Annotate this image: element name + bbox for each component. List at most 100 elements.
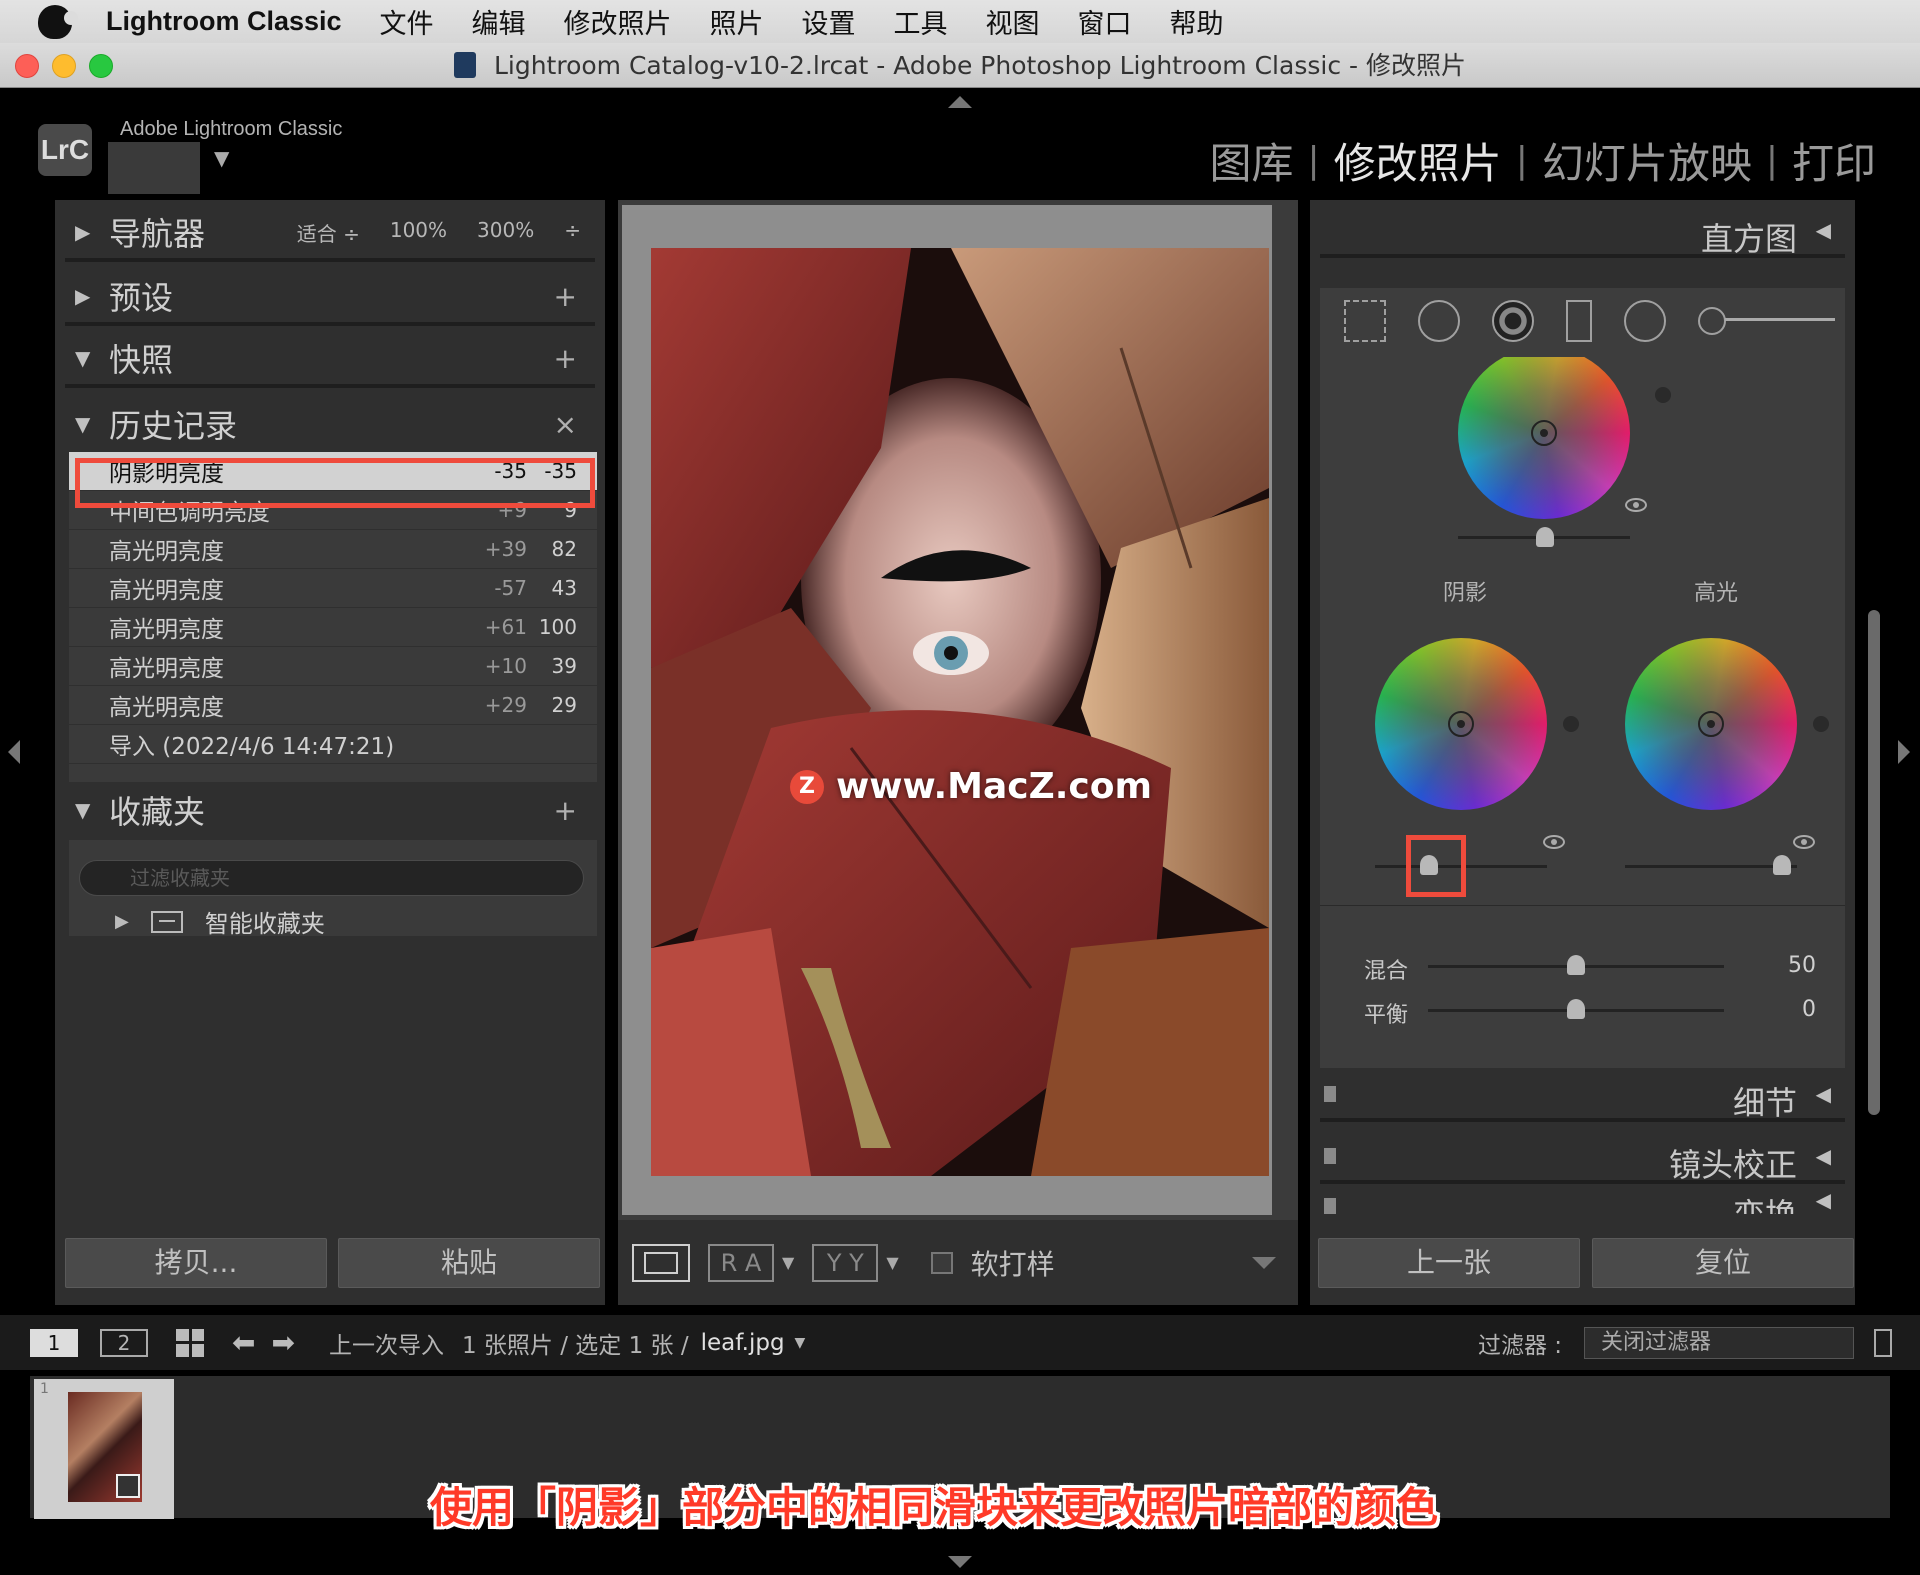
bottom-panel-toggle-icon[interactable]	[948, 1556, 972, 1568]
shadows-color-wheel[interactable]	[1375, 638, 1547, 810]
right-panel-scrollbar[interactable]	[1868, 610, 1880, 1115]
close-window-button[interactable]	[15, 54, 39, 78]
highlights-color-wheel[interactable]	[1625, 638, 1797, 810]
filmstrip-filter-switch[interactable]	[1874, 1328, 1892, 1357]
blending-slider-thumb[interactable]	[1567, 955, 1585, 975]
add-snapshot-icon[interactable]: +	[554, 342, 595, 375]
history-item[interactable]: 导入 (2022/4/6 14:47:21)	[69, 725, 597, 764]
chevron-down-icon[interactable]: ▼	[782, 1253, 794, 1272]
crop-tool-icon[interactable]	[1344, 299, 1386, 342]
before-after-ra-button[interactable]: R A	[708, 1243, 774, 1282]
filmstrip-filename[interactable]: leaf.jpg	[701, 1330, 785, 1356]
copy-settings-button[interactable]: 拷贝...	[65, 1238, 327, 1288]
brush-slider-track[interactable]	[1725, 318, 1835, 321]
secondary-window-button[interactable]: 2	[100, 1328, 148, 1357]
midtones-color-wheel[interactable]	[1458, 347, 1630, 519]
history-header[interactable]: ▼ 历史记录 ×	[65, 396, 595, 452]
module-library[interactable]: 图库	[1196, 130, 1308, 191]
graduated-filter-icon[interactable]	[1566, 299, 1592, 342]
history-item[interactable]: 高光明亮度 -57 43	[69, 569, 597, 608]
radial-filter-icon[interactable]	[1624, 299, 1666, 342]
chevron-down-icon[interactable]: ▼	[886, 1253, 898, 1272]
detail-header[interactable]: 细节 ◀	[1320, 1070, 1845, 1122]
panel-toggle-switch[interactable]	[1324, 1148, 1336, 1164]
wheel-center-handle[interactable]	[1448, 711, 1474, 737]
panel-toggle-switch[interactable]	[1324, 1198, 1336, 1214]
module-slideshow[interactable]: 幻灯片放映	[1528, 130, 1766, 191]
left-panel-toggle-icon[interactable]	[8, 740, 20, 764]
midtones-luminance-thumb[interactable]	[1536, 527, 1554, 547]
previous-button[interactable]: 上一张	[1318, 1238, 1580, 1288]
eye-icon[interactable]	[1625, 498, 1647, 512]
zoom-100[interactable]: 100%	[390, 218, 447, 247]
module-print[interactable]: 打印	[1778, 130, 1890, 191]
histogram-header[interactable]: 直方图 ◀	[1320, 206, 1845, 258]
chevron-down-icon[interactable]: ▼	[214, 146, 229, 170]
history-item[interactable]: 高光明亮度 +39 82	[69, 530, 597, 569]
zoom-300[interactable]: 300%	[477, 218, 534, 247]
paste-settings-button[interactable]: 粘贴	[338, 1238, 600, 1288]
balance-value[interactable]: 0	[1756, 997, 1816, 1022]
wheel-edge-dot[interactable]	[1655, 387, 1671, 403]
menu-window[interactable]: 窗口	[1078, 2, 1132, 41]
adjustment-brush-icon[interactable]	[1698, 306, 1726, 335]
smart-collections-item[interactable]: ▶ 智能收藏夹	[115, 904, 325, 939]
before-after-yy-button[interactable]: Y Y	[812, 1243, 879, 1282]
filter-select[interactable]: 关闭过滤器	[1584, 1326, 1854, 1359]
menu-develop[interactable]: 修改照片	[564, 2, 672, 41]
wheel-edge-dot[interactable]	[1813, 716, 1829, 732]
eye-icon[interactable]	[1543, 835, 1565, 849]
filmstrip-source[interactable]: 上一次导入	[329, 1326, 444, 1360]
menu-tools[interactable]: 工具	[894, 2, 948, 41]
history-item[interactable]: 高光明亮度 +10 39	[69, 647, 597, 686]
clear-history-icon[interactable]: ×	[554, 408, 595, 441]
red-eye-tool-icon[interactable]	[1492, 299, 1534, 342]
highlights-luminance-thumb[interactable]	[1773, 855, 1791, 875]
zoom-fit[interactable]: 适合 ÷	[297, 218, 360, 247]
loupe-view-button[interactable]	[632, 1243, 690, 1282]
wheel-center-handle[interactable]	[1698, 711, 1724, 737]
panel-toggle-switch[interactable]	[1324, 1086, 1336, 1102]
eye-icon[interactable]	[1793, 835, 1815, 849]
primary-window-button[interactable]: 1	[30, 1328, 78, 1357]
menu-file[interactable]: 文件	[380, 2, 434, 41]
menu-view[interactable]: 视图	[986, 2, 1040, 41]
snapshots-header[interactable]: ▼ 快照 +	[65, 332, 595, 388]
spot-removal-tool-icon[interactable]	[1418, 299, 1460, 342]
arrow-right-icon[interactable]: ➡	[271, 1326, 294, 1359]
history-item[interactable]: 高光明亮度 +29 29	[69, 686, 597, 725]
zoom-stepper[interactable]: ÷	[564, 218, 581, 247]
navigator-header[interactable]: ▶ 导航器 适合 ÷ 100% 300% ÷	[65, 206, 595, 262]
menu-app-name[interactable]: Lightroom Classic	[106, 6, 342, 37]
lens-corrections-header[interactable]: 镜头校正 ◀	[1320, 1132, 1845, 1184]
highlights-luminance-track[interactable]	[1625, 865, 1797, 868]
right-panel-toggle-icon[interactable]	[1898, 740, 1910, 764]
minimize-window-button[interactable]	[52, 54, 76, 78]
toolbar-menu-icon[interactable]	[1252, 1256, 1276, 1269]
menu-edit[interactable]: 编辑	[472, 2, 526, 41]
wheel-edge-dot[interactable]	[1563, 716, 1579, 732]
presets-header[interactable]: ▶ 预设 +	[65, 270, 595, 326]
photo-preview[interactable]	[651, 248, 1269, 1176]
chevron-down-icon[interactable]: ▼	[795, 1335, 806, 1351]
menu-help[interactable]: 帮助	[1170, 2, 1224, 41]
blending-value[interactable]: 50	[1756, 953, 1816, 978]
collection-filter-input[interactable]: 过滤收藏夹	[79, 860, 584, 896]
activity-center[interactable]	[108, 142, 200, 194]
arrow-left-icon[interactable]: ⬅	[232, 1326, 255, 1359]
apple-icon[interactable]	[38, 4, 78, 39]
menu-photo[interactable]: 照片	[710, 2, 764, 41]
module-develop[interactable]: 修改照片	[1320, 130, 1516, 191]
balance-slider-thumb[interactable]	[1567, 999, 1585, 1019]
menu-settings[interactable]: 设置	[802, 2, 856, 41]
add-preset-icon[interactable]: +	[554, 280, 595, 313]
soft-proof-checkbox[interactable]	[930, 1251, 953, 1274]
zoom-window-button[interactable]	[89, 54, 113, 78]
top-panel-toggle-icon[interactable]	[948, 96, 972, 108]
transform-header[interactable]: 变换 ◀	[1320, 1194, 1845, 1214]
add-collection-icon[interactable]: +	[554, 794, 595, 827]
collections-header[interactable]: ▼ 收藏夹 +	[65, 782, 595, 838]
grid-view-icon[interactable]	[176, 1328, 204, 1357]
history-item[interactable]: 高光明亮度 +61 100	[69, 608, 597, 647]
wheel-center-handle[interactable]	[1531, 420, 1557, 446]
